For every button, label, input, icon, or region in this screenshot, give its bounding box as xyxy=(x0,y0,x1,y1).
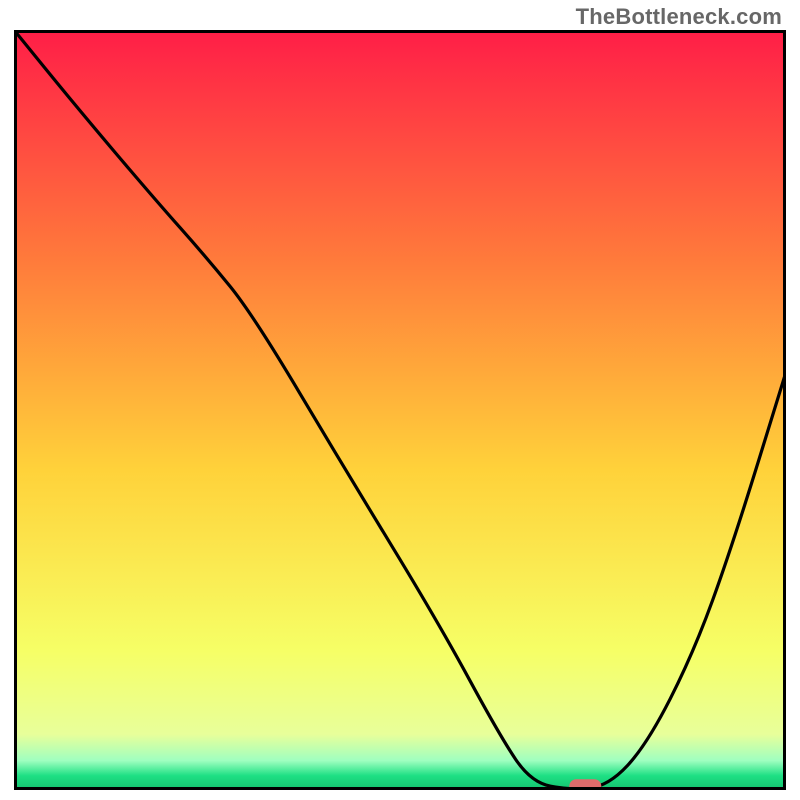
plot-background xyxy=(17,33,783,787)
watermark-text: TheBottleneck.com xyxy=(576,4,782,30)
bottleneck-chart xyxy=(14,30,786,790)
